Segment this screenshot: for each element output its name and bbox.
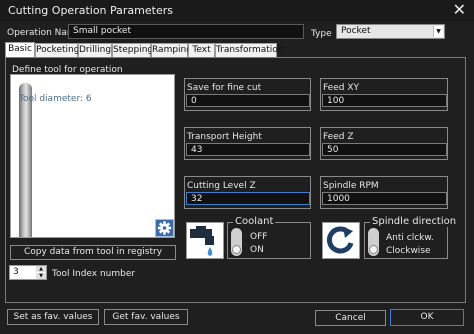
dialog-window: Cutting Operation Parameters ✕ Operation…: [0, 0, 474, 334]
tab-transformation[interactable]: Transformation: [215, 43, 284, 57]
tab-stepping[interactable]: Stepping: [112, 43, 153, 57]
title-bar: Cutting Operation Parameters ✕: [0, 0, 474, 21]
spindle-direction-toggle-knob: [369, 245, 378, 254]
window-title: Cutting Operation Parameters: [8, 4, 173, 17]
ok-button[interactable]: OK: [390, 309, 464, 326]
cutting-level-z-input[interactable]: 32: [186, 192, 310, 205]
spindle-anti-clockwise-label[interactable]: Anti clckw.: [386, 233, 434, 243]
coolant-label: Coolant: [233, 216, 276, 227]
cutting-level-z-group: Cutting Level Z 32: [184, 176, 311, 209]
transport-height-group: Transport Height 43: [184, 127, 311, 160]
spindle-direction-toggle[interactable]: [368, 228, 379, 256]
coolant-on-label[interactable]: ON: [250, 245, 264, 255]
save-fine-cut-input[interactable]: 0: [186, 94, 310, 107]
copy-from-registry-button[interactable]: Copy data from tool in registry: [10, 245, 176, 260]
tool-index-value: 3: [13, 267, 19, 277]
operation-name-input[interactable]: Small pocket: [68, 24, 304, 39]
chevron-down-icon[interactable]: ▼: [433, 26, 443, 37]
cancel-button[interactable]: Cancel: [315, 310, 386, 326]
coolant-icon-tile: [186, 222, 224, 259]
type-label: Type: [311, 29, 332, 39]
tab-pocketing[interactable]: Pocketing: [35, 43, 79, 57]
feed-xy-label: Feed XY: [323, 83, 359, 93]
coolant-toggle-knob: [232, 245, 241, 254]
tool-diameter-text: Tool diameter: 6: [19, 94, 92, 104]
tool-index-stepper[interactable]: 3 ▲ ▼: [9, 265, 47, 280]
tab-ramping[interactable]: Ramping: [151, 43, 192, 57]
tool-preview: Tool diameter: 6: [10, 74, 175, 238]
spindle-icon-tile: [322, 222, 360, 259]
tool-index-label: Tool Index number: [52, 269, 136, 279]
set-favorite-values-button[interactable]: Set as fav. values: [7, 309, 99, 325]
close-icon[interactable]: ✕: [453, 1, 466, 19]
transport-height-input[interactable]: 43: [186, 143, 310, 156]
spindle-rpm-group: Spindle RPM 1000: [320, 176, 448, 209]
spindle-direction-label: Spindle direction: [370, 216, 459, 227]
spindle-clockwise-label[interactable]: Clockwise: [386, 246, 431, 256]
gear-icon: [157, 221, 172, 235]
save-fine-cut-label: Save for fine cut: [187, 83, 262, 93]
type-select[interactable]: Pocket ▼: [336, 24, 445, 39]
feed-xy-input[interactable]: 100: [322, 94, 447, 107]
feed-z-group: Feed Z 50: [320, 127, 448, 160]
feed-xy-group: Feed XY 100: [320, 78, 448, 111]
spindle-rpm-input[interactable]: 1000: [322, 192, 447, 205]
faucet-icon: [190, 226, 214, 256]
type-select-value: Pocket: [341, 26, 371, 36]
tab-basic[interactable]: Basic: [5, 42, 35, 57]
transport-height-label: Transport Height: [187, 132, 262, 142]
save-fine-cut-group: Save for fine cut 0: [184, 78, 311, 111]
coolant-off-label[interactable]: OFF: [250, 232, 267, 242]
coolant-toggle[interactable]: [231, 228, 242, 256]
stepper-up-icon[interactable]: ▲: [36, 266, 46, 272]
spindle-direction-group: Spindle direction Anti clckw. Clockwise: [364, 216, 459, 259]
tool-settings-button[interactable]: [155, 219, 174, 237]
stepper-down-icon[interactable]: ▼: [36, 273, 46, 279]
get-favorite-values-button[interactable]: Get fav. values: [104, 309, 188, 325]
rotate-clockwise-icon: [326, 226, 354, 254]
tool-shaft-graphic: [19, 83, 32, 237]
tab-text[interactable]: Text: [188, 43, 215, 57]
tab-drilling[interactable]: Drilling: [78, 43, 112, 57]
cutting-level-z-label: Cutting Level Z: [187, 181, 256, 191]
feed-z-label: Feed Z: [323, 132, 354, 142]
coolant-group: Coolant OFF ON: [227, 216, 311, 259]
feed-z-input[interactable]: 50: [322, 143, 447, 156]
spindle-rpm-label: Spindle RPM: [323, 181, 379, 191]
